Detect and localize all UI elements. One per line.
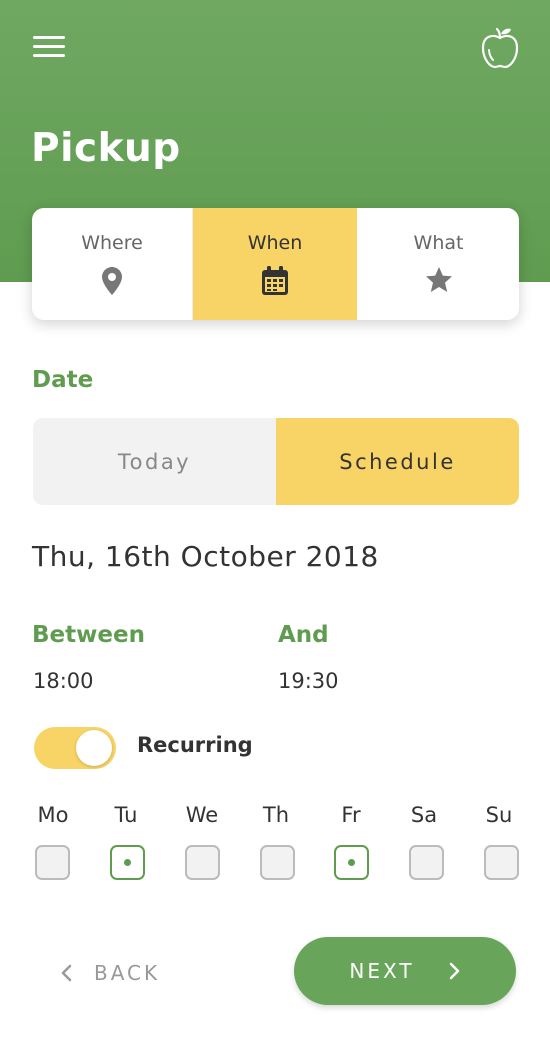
back-button[interactable]: BACK [60,950,160,996]
page-title: Pickup [31,126,181,171]
tab-what-label: What [413,232,464,254]
today-option[interactable]: Today [33,418,276,505]
day-checkbox-mo[interactable] [35,845,70,880]
map-pin-icon [102,267,122,295]
toggle-knob [76,730,112,766]
back-button-label: BACK [94,961,161,985]
start-time[interactable]: 18:00 [33,669,94,693]
recurring-toggle[interactable] [34,727,116,769]
day-label-we: We [185,803,219,827]
day-label-mo: Mo [37,803,69,827]
between-label: Between [32,622,145,648]
date-segmented-control: Today Schedule [33,418,519,505]
next-button[interactable]: NEXT [294,937,516,1005]
day-checkbox-sa[interactable] [409,845,444,880]
chevron-right-icon [449,962,459,980]
tab-when[interactable]: When [193,208,357,320]
day-checkbox-we[interactable] [185,845,220,880]
day-label-fr: Fr [341,803,361,827]
day-checkbox-th[interactable] [260,845,295,880]
day-label-tu: Tu [114,803,138,827]
next-button-label: NEXT [349,959,415,983]
day-checkbox-tu[interactable] [110,845,145,880]
tab-what[interactable]: What [357,208,519,320]
day-label-su: Su [485,803,513,827]
schedule-option[interactable]: Schedule [276,418,519,505]
star-icon [425,267,452,292]
recurring-label: Recurring [137,733,253,757]
tab-where-label: Where [81,232,143,254]
day-label-th: Th [262,803,290,827]
apple-icon [481,27,519,69]
day-checkbox-fr[interactable] [334,845,369,880]
selected-date[interactable]: Thu, 16th October 2018 [32,540,379,573]
hamburger-menu-icon[interactable] [33,34,67,60]
date-section-label: Date [32,367,94,393]
day-label-sa: Sa [410,803,438,827]
and-label: And [278,622,329,648]
end-time[interactable]: 19:30 [278,669,339,693]
tab-when-label: When [247,232,303,254]
day-checkbox-su[interactable] [484,845,519,880]
step-tabs: Where When What [32,208,519,320]
calendar-icon [262,266,288,295]
chevron-left-icon [61,964,72,982]
tab-where[interactable]: Where [32,208,193,320]
